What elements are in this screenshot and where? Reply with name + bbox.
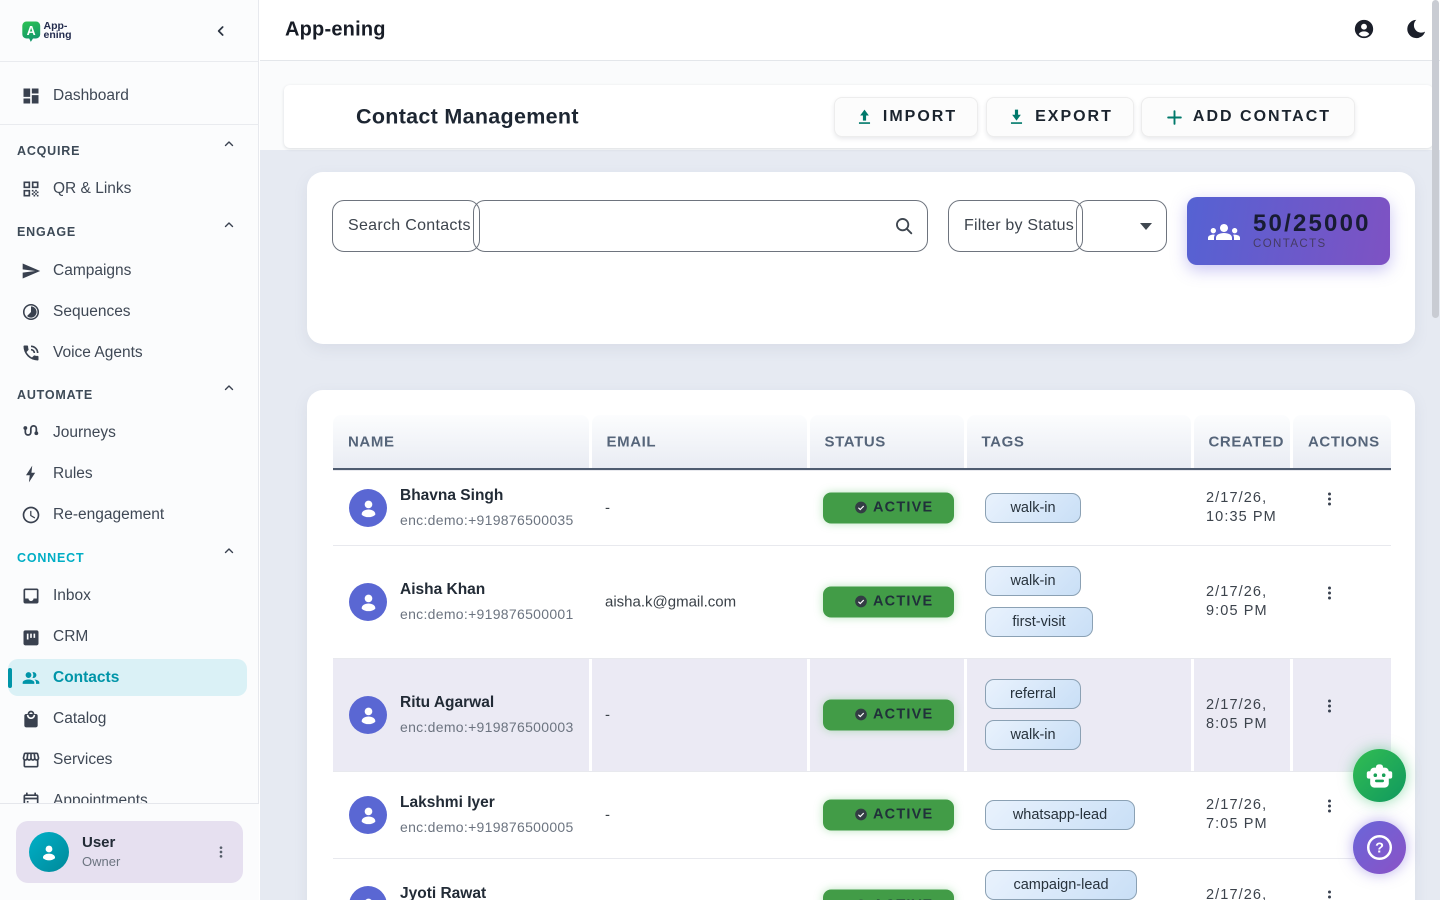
svg-text:?: ?: [1375, 841, 1384, 857]
